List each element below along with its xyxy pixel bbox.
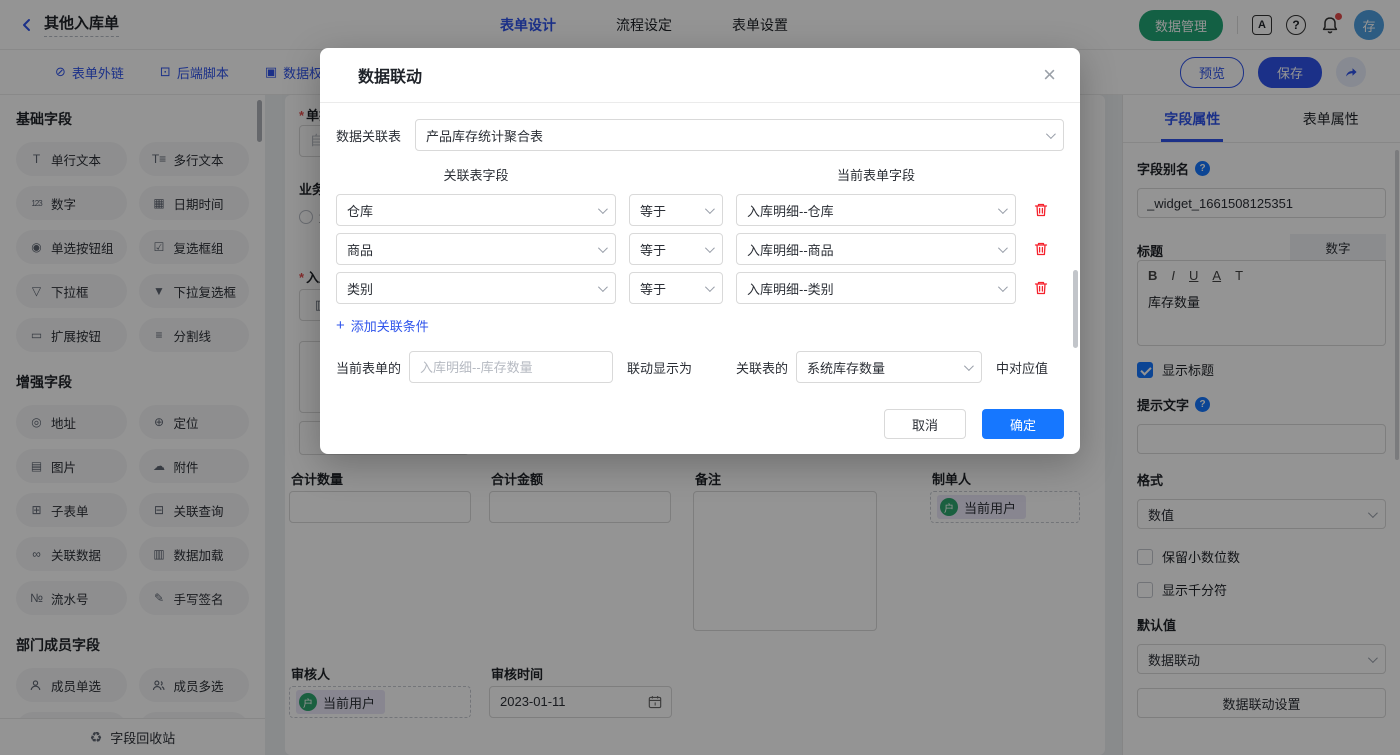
chevron-down-icon: [998, 282, 1008, 292]
col-left-header: 关联表字段: [336, 165, 616, 187]
rel-field-select[interactable]: 系统库存数量: [796, 351, 982, 383]
chevron-down-icon: [998, 204, 1008, 214]
rel-table-select[interactable]: 产品库存统计聚合表: [415, 119, 1064, 151]
cond-right-select[interactable]: 入库明细--仓库: [736, 194, 1016, 226]
chevron-down-icon: [705, 204, 715, 214]
modal-title: 数据联动: [358, 63, 422, 87]
rel-table-label: 数据关联表: [336, 126, 401, 145]
chevron-down-icon: [705, 243, 715, 253]
trash-icon: [1033, 241, 1049, 257]
delete-condition-button[interactable]: [1029, 202, 1053, 218]
cond-left-select[interactable]: 仓库: [336, 194, 616, 226]
cond-op-select[interactable]: 等于: [629, 272, 723, 304]
current-form-label: 当前表单的: [336, 358, 401, 377]
chevron-down-icon: [598, 243, 608, 253]
display-as-label: 联动显示为: [627, 358, 692, 377]
close-icon[interactable]: ×: [1043, 64, 1056, 86]
col-right-header: 当前表单字段: [736, 165, 1016, 187]
suffix-label: 中对应值: [996, 358, 1048, 377]
current-field-input[interactable]: [409, 351, 613, 383]
cond-right-select[interactable]: 入库明细--类别: [736, 272, 1016, 304]
trash-icon: [1033, 280, 1049, 296]
cond-op-select[interactable]: 等于: [629, 233, 723, 265]
cond-left-select[interactable]: 类别: [336, 272, 616, 304]
chevron-down-icon: [964, 361, 974, 371]
chevron-down-icon: [1046, 129, 1056, 139]
delete-condition-button[interactable]: [1029, 241, 1053, 257]
chevron-down-icon: [598, 204, 608, 214]
modal-scrollbar[interactable]: [1073, 270, 1078, 348]
chevron-down-icon: [598, 282, 608, 292]
data-linkage-modal: 数据联动 × 数据关联表 产品库存统计聚合表 关联表字段 当前表单字段 仓库 等…: [320, 48, 1080, 454]
cond-right-select[interactable]: 入库明细--商品: [736, 233, 1016, 265]
chevron-down-icon: [998, 243, 1008, 253]
add-condition-link[interactable]: + 添加关联条件: [336, 316, 429, 335]
cancel-button[interactable]: 取消: [884, 409, 966, 439]
trash-icon: [1033, 202, 1049, 218]
delete-condition-button[interactable]: [1029, 280, 1053, 296]
cond-left-select[interactable]: 商品: [336, 233, 616, 265]
plus-icon: +: [336, 317, 345, 334]
confirm-button[interactable]: 确定: [982, 409, 1064, 439]
rel-of-label: 关联表的: [736, 358, 788, 377]
chevron-down-icon: [705, 282, 715, 292]
cond-op-select[interactable]: 等于: [629, 194, 723, 226]
